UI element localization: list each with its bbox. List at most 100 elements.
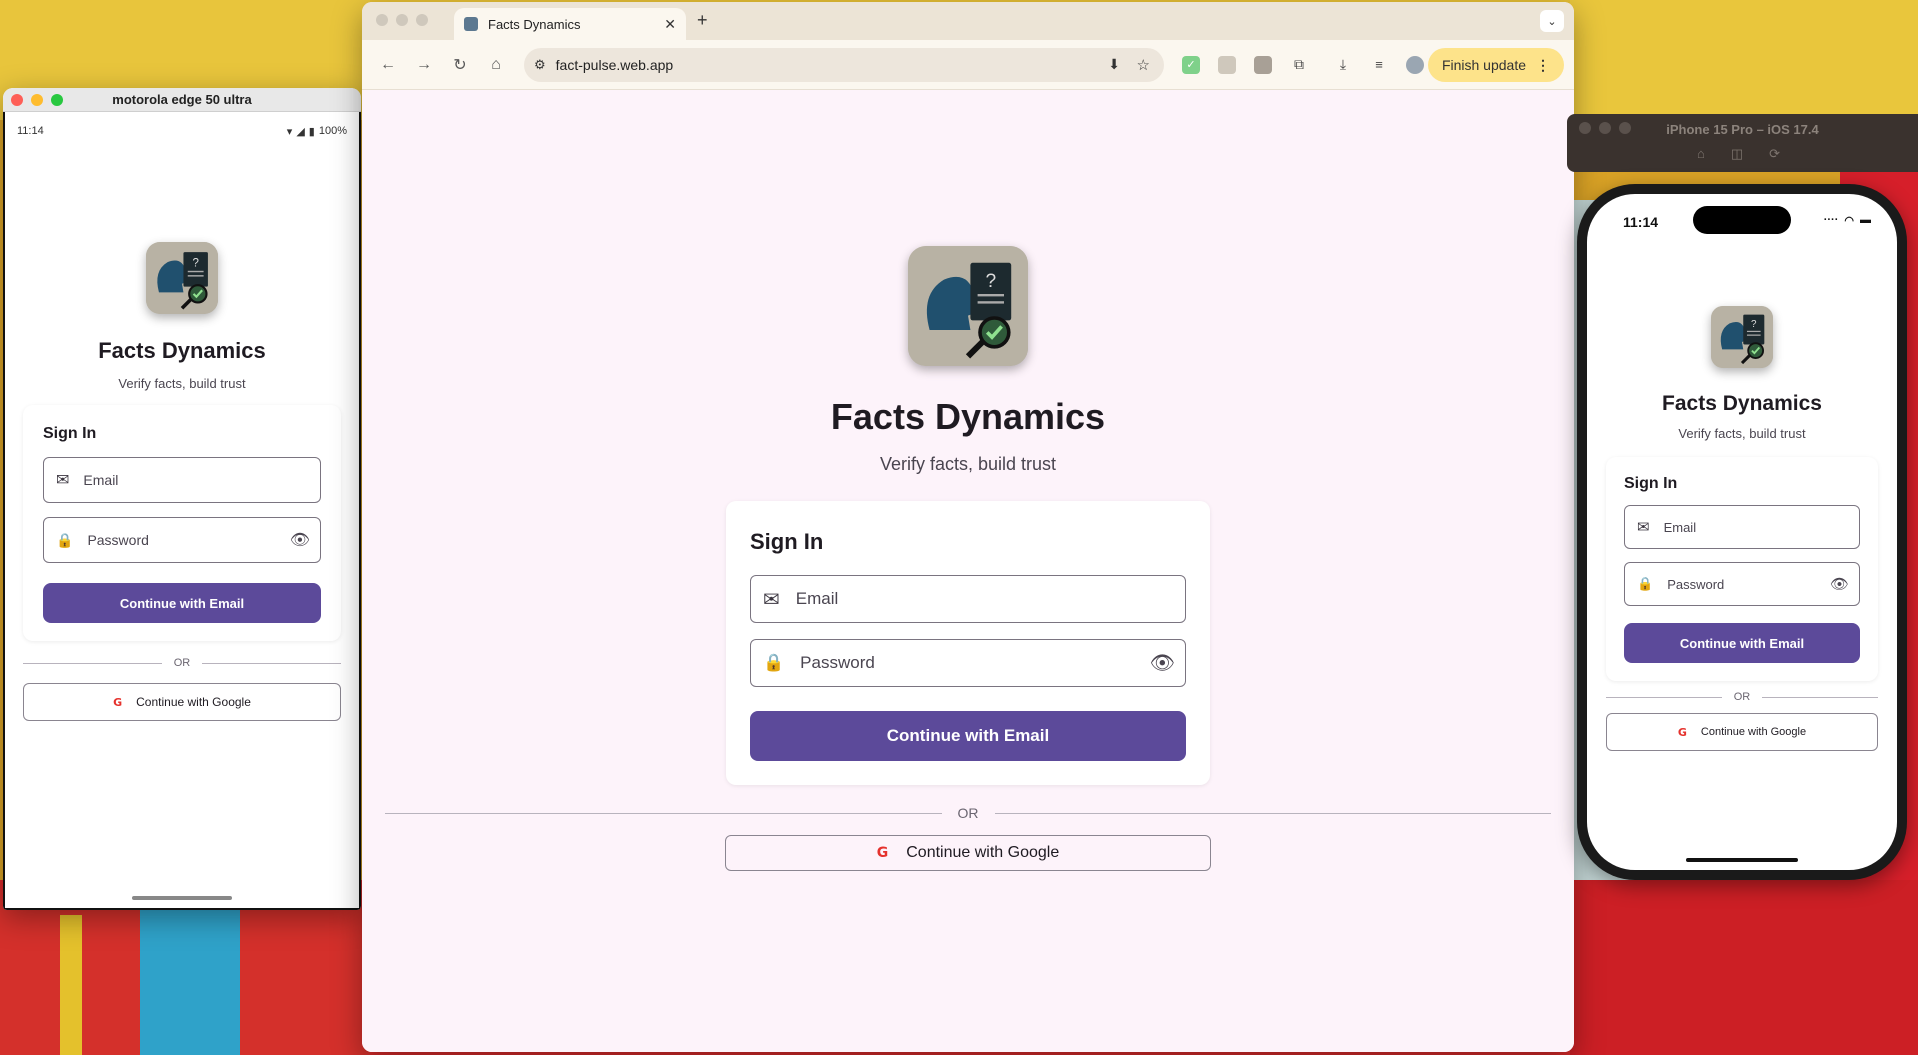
bookmark-star-icon[interactable]: ☆ (1137, 56, 1150, 74)
address-bar[interactable]: ⚙ fact-pulse.web.app ⬇ ☆ (524, 47, 1164, 82)
fact-check-logo-icon: ? (146, 242, 218, 314)
zoom-window-button[interactable] (51, 94, 63, 106)
app-subtitle: Verify facts, build trust (118, 376, 246, 391)
minimize-window-button[interactable] (31, 94, 43, 106)
app-title: Facts Dynamics (1662, 392, 1822, 415)
sign-in-card: Sign In ✉ Email 🔒 Password 👁 Continue wi… (726, 501, 1210, 785)
reload-icon[interactable]: ↻ (446, 51, 474, 79)
close-tab-icon[interactable]: ✕ (664, 16, 676, 33)
ios-app: ? Facts Dynamics Verify facts, build tru… (1587, 194, 1897, 751)
logo-question-mark: ? (1751, 319, 1757, 330)
screenshot-icon[interactable]: ◫ (1731, 146, 1743, 162)
google-icon: G (113, 695, 123, 709)
mail-icon: ✉ (1637, 519, 1650, 536)
app-logo: ? (1711, 306, 1773, 368)
web-app-content: ? Facts Dynamics Verify facts, build tru… (362, 90, 1574, 1052)
finish-update-label: Finish update (1441, 57, 1526, 73)
close-window-button[interactable] (376, 14, 388, 26)
sign-in-title: Sign In (1624, 475, 1678, 492)
downloads-icon[interactable]: ⤓ (1334, 56, 1352, 74)
window-controls (376, 14, 428, 26)
password-placeholder: Password (1667, 576, 1725, 592)
tab-search-chevron-icon[interactable]: ⌄ (1540, 10, 1564, 32)
rotate-icon[interactable]: ⟳ (1769, 146, 1780, 162)
minimize-window-button[interactable] (396, 14, 408, 26)
google-icon: G (876, 845, 889, 861)
more-menu-icon[interactable]: ⋮ (1536, 57, 1550, 74)
app-logo: ? (908, 246, 1028, 366)
fact-check-logo-icon: ? (1711, 306, 1773, 368)
simulator-tools: ⌂ ◫ ⟳ (1697, 146, 1780, 162)
battery-icon: ▬ (1860, 214, 1871, 226)
android-status-bar: 11:14 ▾ ◢ ▮ 100% (5, 120, 359, 142)
finish-update-button[interactable]: Finish update ⋮ (1427, 48, 1564, 82)
password-field[interactable]: 🔒 Password 👁 (1624, 562, 1860, 606)
wallpaper-stripe (1570, 0, 1918, 120)
email-placeholder: Email (83, 472, 119, 488)
ios-home-indicator[interactable] (1686, 858, 1798, 862)
app-subtitle: Verify facts, build trust (879, 454, 1057, 474)
status-time: 11:14 (17, 125, 44, 137)
puzzle-extensions-icon[interactable]: ⧉ (1290, 56, 1308, 74)
extension-icon[interactable] (1218, 55, 1236, 74)
status-icons: ···· ◠ ▬ (1824, 214, 1871, 230)
extension-icon[interactable] (1254, 55, 1272, 74)
show-password-icon[interactable]: 👁 (1830, 575, 1849, 593)
zoom-window-button[interactable] (416, 14, 428, 26)
or-divider: OR (23, 657, 341, 669)
site-info-icon[interactable]: ⚙ (534, 57, 546, 73)
tab-facts-dynamics[interactable]: Facts Dynamics ✕ (454, 8, 686, 40)
android-window-titlebar[interactable]: motorola edge 50 ultra (3, 88, 361, 112)
password-field[interactable]: 🔒 Password 👁 (750, 639, 1186, 687)
email-field[interactable]: ✉ Email (750, 575, 1186, 623)
tab-strip: Facts Dynamics ✕ + ⌄ (362, 2, 1574, 40)
lock-icon: 🔒 (56, 531, 74, 548)
app-subtitle: Verify facts, build trust (1678, 426, 1806, 441)
or-label: OR (957, 805, 979, 821)
show-password-icon[interactable]: 👁 (290, 530, 310, 550)
sign-in-title: Sign In (750, 529, 824, 554)
browser-window: Facts Dynamics ✕ + ⌄ ← → ↻ ⌂ ⚙ fact-puls… (362, 2, 1574, 1052)
media-controls-icon[interactable]: ≡ (1370, 56, 1388, 74)
new-tab-icon[interactable]: + (697, 10, 708, 31)
app-title: Facts Dynamics (98, 338, 266, 363)
continue-with-google-button[interactable]: G Continue with Google (23, 683, 341, 721)
mail-icon: ✉ (56, 472, 70, 489)
email-field[interactable]: ✉ Email (43, 457, 321, 503)
or-label: OR (173, 657, 191, 669)
home-icon[interactable]: ⌂ (482, 51, 510, 79)
continue-with-email-button[interactable]: Continue with Email (750, 711, 1186, 761)
sign-in-title: Sign In (43, 425, 97, 442)
continue-with-google-button[interactable]: G Continue with Google (725, 835, 1211, 871)
install-app-icon[interactable]: ⬇ (1108, 56, 1120, 73)
app-logo: ? (146, 242, 218, 314)
android-home-indicator[interactable] (132, 896, 232, 900)
show-password-icon[interactable]: 👁 (1150, 651, 1175, 676)
window-controls (11, 94, 63, 106)
back-arrow-icon[interactable]: ← (374, 51, 402, 79)
profile-avatar[interactable] (1406, 55, 1424, 74)
password-field[interactable]: 🔒 Password 👁 (43, 517, 321, 563)
lock-icon: 🔒 (1637, 576, 1654, 591)
home-icon[interactable]: ⌂ (1697, 146, 1705, 162)
or-divider: OR (385, 805, 1551, 821)
google-button-label: Continue with Google (906, 844, 1060, 861)
email-placeholder: Email (795, 589, 839, 608)
google-button-label: Continue with Google (136, 695, 251, 709)
url-text: fact-pulse.web.app (555, 56, 674, 73)
password-placeholder: Password (87, 532, 149, 548)
shield-extension-icon[interactable]: ✓ (1182, 55, 1200, 74)
email-field[interactable]: ✉ Email (1624, 505, 1860, 549)
continue-with-email-button[interactable]: Continue with Email (43, 583, 321, 623)
ios-simulator-toolbar[interactable]: iPhone 15 Pro – iOS 17.4 ⌂ ◫ ⟳ (1567, 114, 1918, 172)
tab-title: Facts Dynamics (488, 16, 581, 32)
forward-arrow-icon[interactable]: → (410, 51, 438, 79)
google-icon: G (1677, 725, 1687, 739)
logo-question-mark: ? (192, 257, 198, 269)
favicon-icon (464, 17, 478, 31)
sign-in-card: Sign In ✉ Email 🔒 Password 👁 Continue wi… (23, 405, 341, 641)
close-window-button[interactable] (11, 94, 23, 106)
continue-with-email-button[interactable]: Continue with Email (1624, 623, 1860, 663)
android-window-title: motorola edge 50 ultra (112, 92, 252, 107)
continue-with-google-button[interactable]: G Continue with Google (1606, 713, 1878, 751)
